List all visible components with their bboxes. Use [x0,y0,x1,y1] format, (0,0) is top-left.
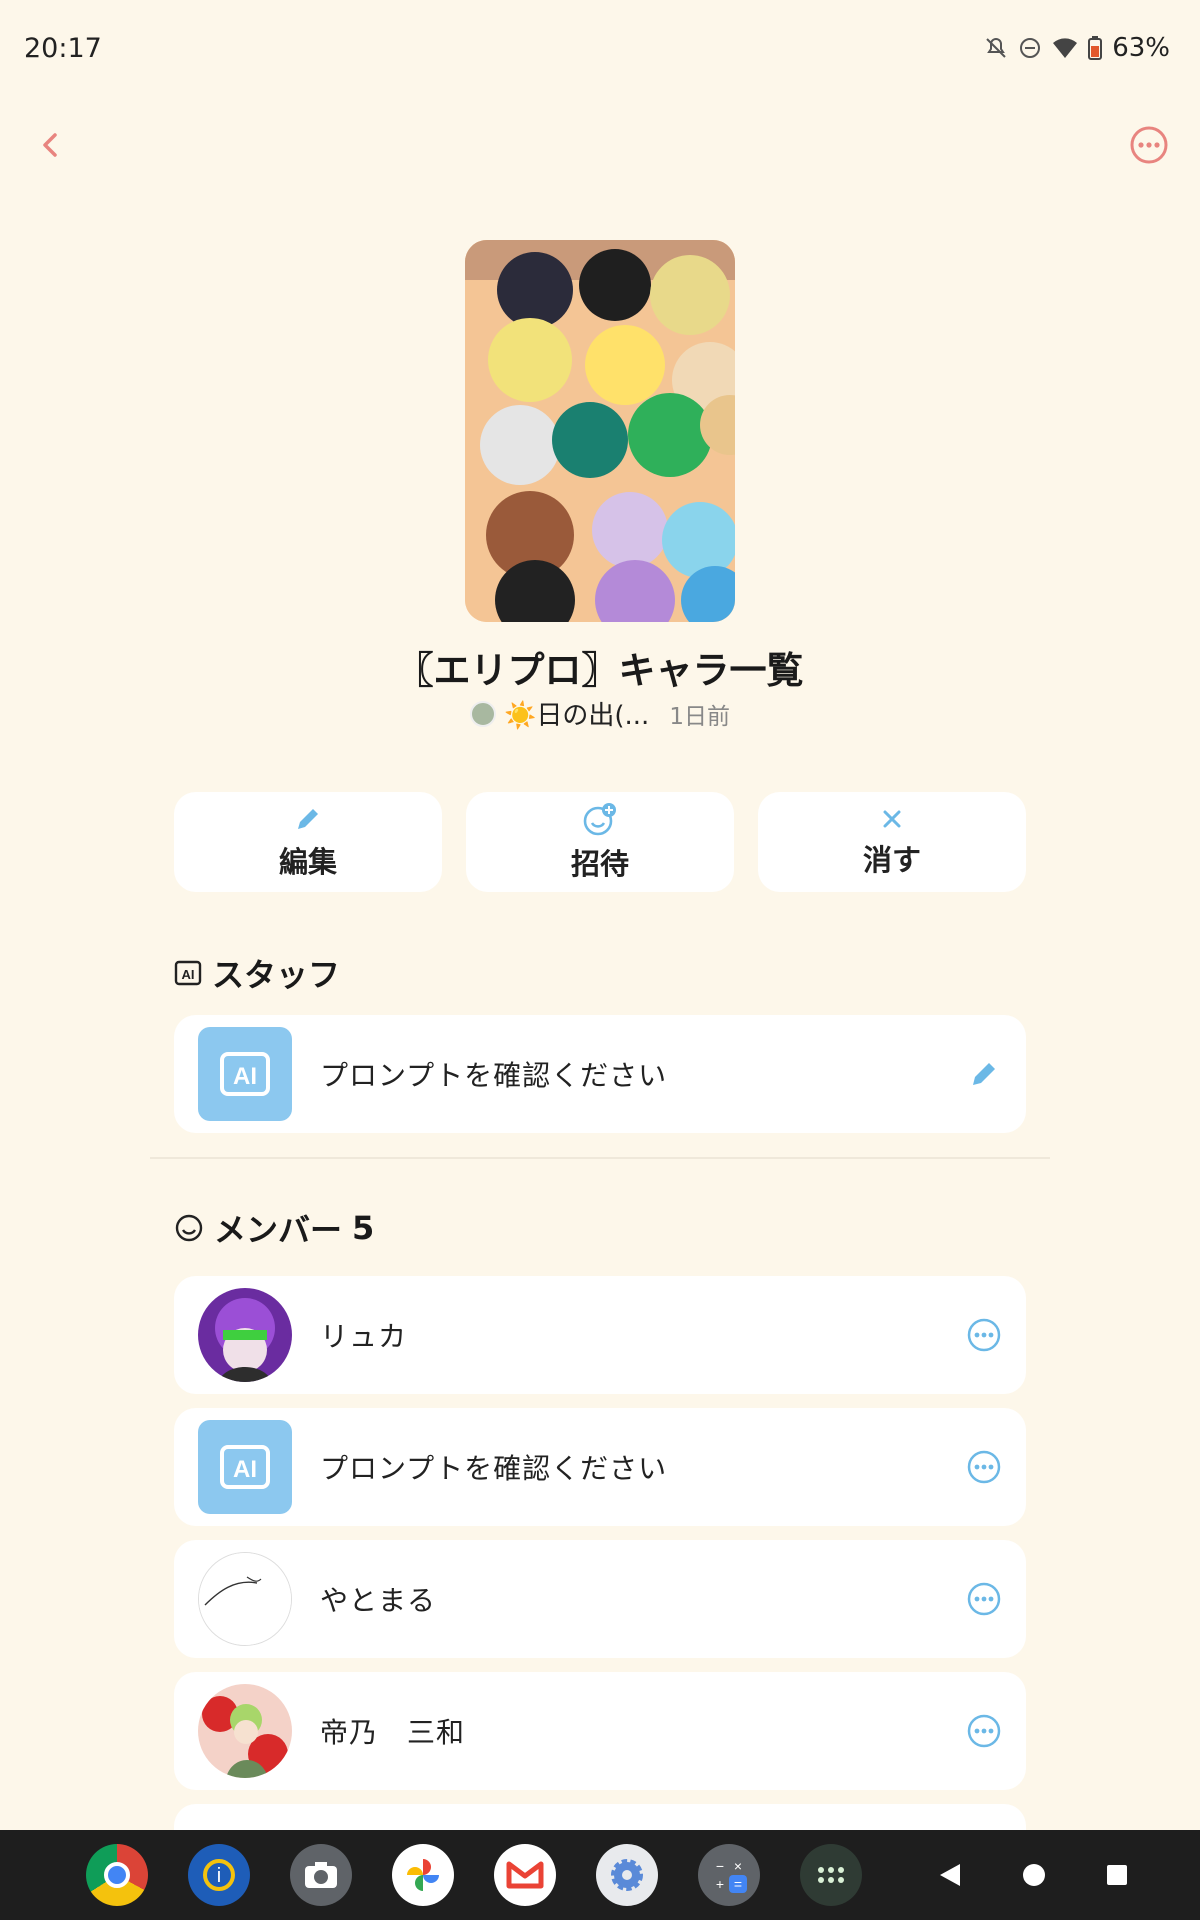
member-name: やとまる [320,1584,437,1617]
pencil-icon[interactable] [966,1056,1002,1092]
member-name: 帝乃 三和 [320,1716,466,1749]
group-cover-image[interactable] [465,240,735,622]
member-row[interactable]: リュカ [174,1276,1026,1394]
edit-button[interactable]: 編集 [174,792,442,892]
bell-off-icon [986,37,1006,58]
ai-icon: AI [220,1445,270,1489]
calculator-icon[interactable]: − × + = [698,1844,760,1906]
nav-back-icon[interactable] [938,1862,962,1888]
creator-name: ☀️日の出(... [504,701,650,731]
member-row[interactable]: AI プロンプトを確認ください [174,1408,1026,1526]
smile-icon [175,1214,203,1242]
more-horizontal-icon[interactable] [966,1317,1002,1353]
camera-icon[interactable] [290,1844,352,1906]
created-time: 1日前 [669,703,730,730]
svg-text:AI: AI [233,1456,257,1483]
status-bar: 20:17 63% [0,0,1200,96]
more-horizontal-icon[interactable] [966,1581,1002,1617]
close-icon [883,810,901,828]
creator-avatar [470,700,497,727]
add-smile-icon [583,803,616,836]
svg-text:×: × [734,1858,742,1874]
wifi-icon [1053,38,1078,58]
ai-avatar: AI [198,1027,292,1121]
svg-text:−: − [716,1858,724,1874]
staff-row[interactable]: AI プロンプトを確認ください [174,1015,1026,1133]
group-title: 〖エリプロ〗キャラ一覧 [396,649,804,692]
member-avatar [198,1288,292,1382]
edit-label: 編集 [278,845,337,879]
photos-icon[interactable] [392,1844,454,1906]
ibispaint-icon[interactable]: i [188,1844,250,1906]
battery-percent: 63% [1112,33,1170,63]
svg-text:AI: AI [182,967,195,982]
member-row[interactable]: やとまる [174,1540,1026,1658]
nav-home-icon[interactable] [1022,1863,1046,1887]
system-navigation [938,1862,1128,1888]
dnd-icon [1020,38,1041,58]
members-section-title: メンバー 5 [174,1205,374,1251]
staff-title-text: スタッフ [212,956,341,994]
staff-name: プロンプトを確認ください [320,1059,668,1092]
svg-text:AI: AI [233,1063,257,1090]
ai-icon: AI [220,1052,270,1096]
section-divider [150,1157,1050,1159]
delete-label: 消す [862,843,921,877]
battery-icon [1088,36,1103,60]
invite-label: 招待 [570,847,629,881]
staff-section-title: AI スタッフ [174,950,340,996]
delete-button[interactable]: 消す [758,792,1026,892]
status-time: 20:17 [24,32,102,64]
taskbar-dock: i − × + = [0,1830,1200,1920]
ai-badge-icon: AI [174,960,202,986]
member-row[interactable]: 帝乃 三和 [174,1672,1026,1790]
pencil-icon [298,809,318,829]
action-buttons: 編集 招待 消す [174,792,1026,892]
settings-icon[interactable] [596,1844,658,1906]
member-name: リュカ [320,1320,408,1353]
status-icons: 63% [984,33,1170,63]
nav-recents-icon[interactable] [1106,1864,1128,1886]
member-name: プロンプトを確認ください [320,1452,668,1485]
svg-text:i: i [217,1865,221,1887]
more-horizontal-icon[interactable] [966,1449,1002,1485]
member-avatar [198,1684,292,1778]
svg-text:+: + [716,1876,724,1892]
gmail-icon[interactable] [494,1844,556,1906]
more-horizontal-icon[interactable] [1126,122,1172,168]
chevron-left-icon[interactable] [28,122,74,168]
more-horizontal-icon[interactable] [966,1713,1002,1749]
ai-avatar: AI [198,1420,292,1514]
creator-line[interactable]: ☀️日の出(... 1日前 [0,695,1200,732]
member-avatar [198,1552,292,1646]
members-count: 5 [352,1209,375,1247]
app-drawer-icon[interactable] [800,1844,862,1906]
svg-text:=: = [734,1876,742,1892]
cover-illustration [465,240,735,622]
chrome-icon[interactable] [86,1844,148,1906]
members-title-text: メンバー [214,1211,343,1249]
top-nav [0,110,1200,180]
invite-button[interactable]: 招待 [466,792,734,892]
